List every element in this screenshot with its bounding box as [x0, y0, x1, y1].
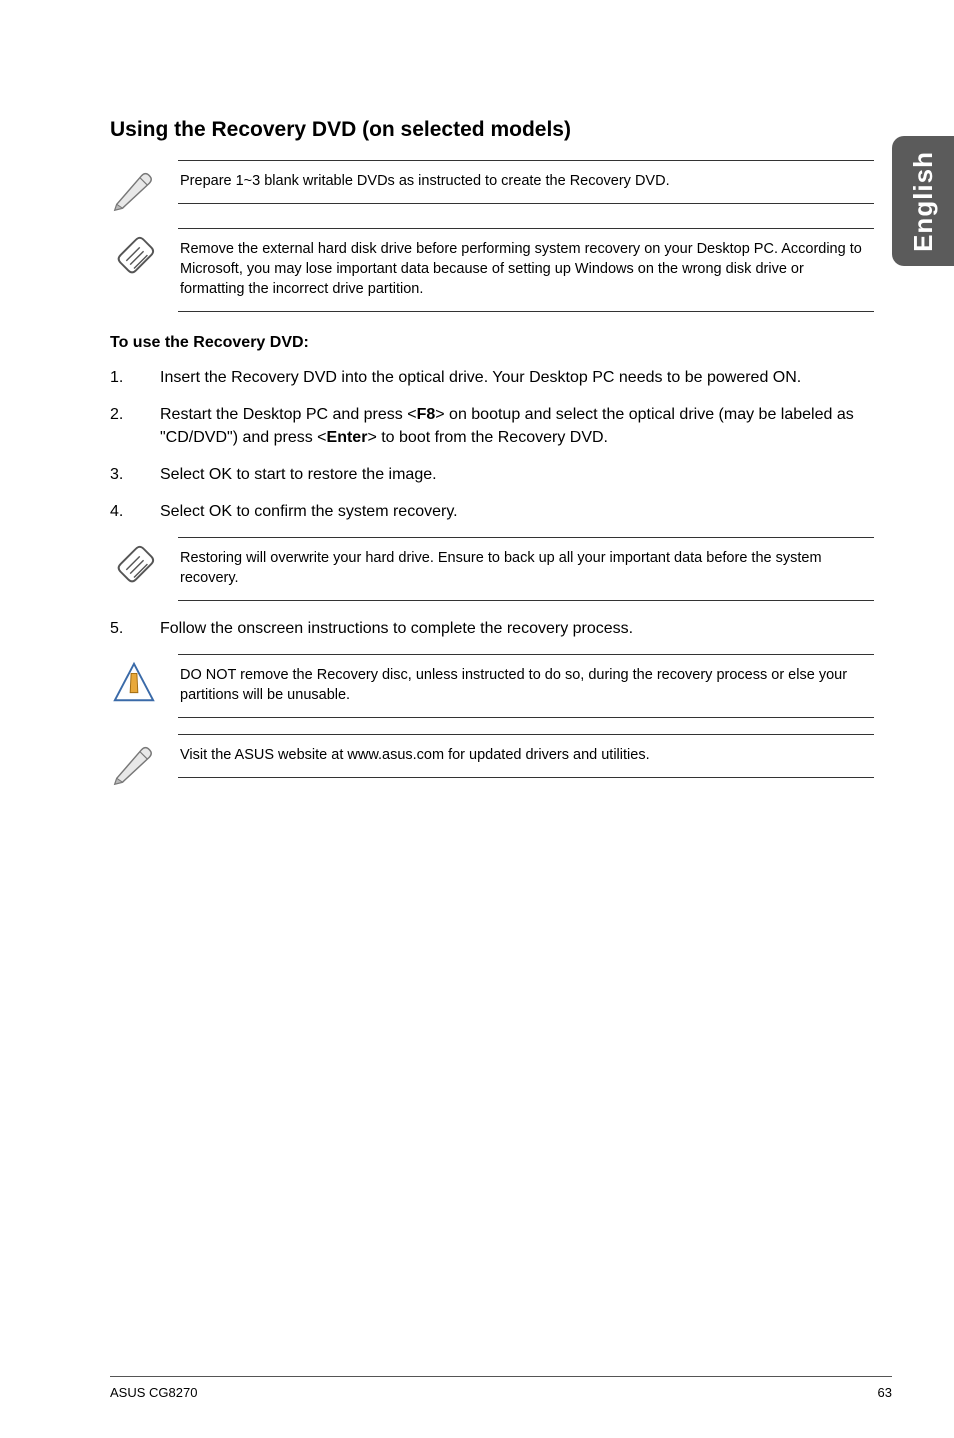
step-text: Select OK to confirm the system recovery…	[160, 500, 874, 523]
note-text: Restoring will overwrite your hard drive…	[178, 537, 874, 601]
page-heading: Using the Recovery DVD (on selected mode…	[110, 118, 874, 142]
pencil-icon	[110, 160, 158, 212]
hand-icon	[110, 537, 158, 589]
step-text: Restart the Desktop PC and press <F8> on…	[160, 403, 874, 449]
warning-icon	[110, 654, 158, 706]
steps-list-cont: Follow the onscreen instructions to comp…	[110, 617, 874, 640]
note-remove-external: Remove the external hard disk drive befo…	[110, 228, 874, 312]
footer-page-number: 63	[878, 1385, 892, 1400]
pencil-icon	[110, 734, 158, 786]
step-text: Follow the onscreen instructions to comp…	[160, 617, 874, 640]
steps-list: Insert the Recovery DVD into the optical…	[110, 366, 874, 523]
note-text: Remove the external hard disk drive befo…	[178, 228, 874, 312]
key-f8: F8	[417, 406, 436, 423]
step-text: Select OK to start to restore the image.	[160, 463, 874, 486]
language-tab: English	[892, 136, 954, 266]
step-item: Follow the onscreen instructions to comp…	[110, 617, 874, 640]
page-footer: ASUS CG8270 63	[110, 1376, 892, 1400]
note-prepare: Prepare 1~3 blank writable DVDs as instr…	[110, 160, 874, 212]
step-item: Insert the Recovery DVD into the optical…	[110, 366, 874, 389]
step-item: Select OK to confirm the system recovery…	[110, 500, 874, 523]
note-text: DO NOT remove the Recovery disc, unless …	[178, 654, 874, 718]
note-text: Prepare 1~3 blank writable DVDs as instr…	[178, 160, 874, 204]
hand-icon	[110, 228, 158, 280]
note-warning: DO NOT remove the Recovery disc, unless …	[110, 654, 874, 718]
step-text: Insert the Recovery DVD into the optical…	[160, 366, 874, 389]
step-item: Select OK to start to restore the image.	[110, 463, 874, 486]
note-restoring: Restoring will overwrite your hard drive…	[110, 537, 874, 601]
note-text: Visit the ASUS website at www.asus.com f…	[178, 734, 874, 778]
step-item: Restart the Desktop PC and press <F8> on…	[110, 403, 874, 449]
footer-model: ASUS CG8270	[110, 1385, 197, 1400]
key-enter: Enter	[327, 429, 368, 446]
note-visit: Visit the ASUS website at www.asus.com f…	[110, 734, 874, 786]
section-title: To use the Recovery DVD:	[110, 334, 874, 352]
language-label: English	[908, 151, 939, 252]
